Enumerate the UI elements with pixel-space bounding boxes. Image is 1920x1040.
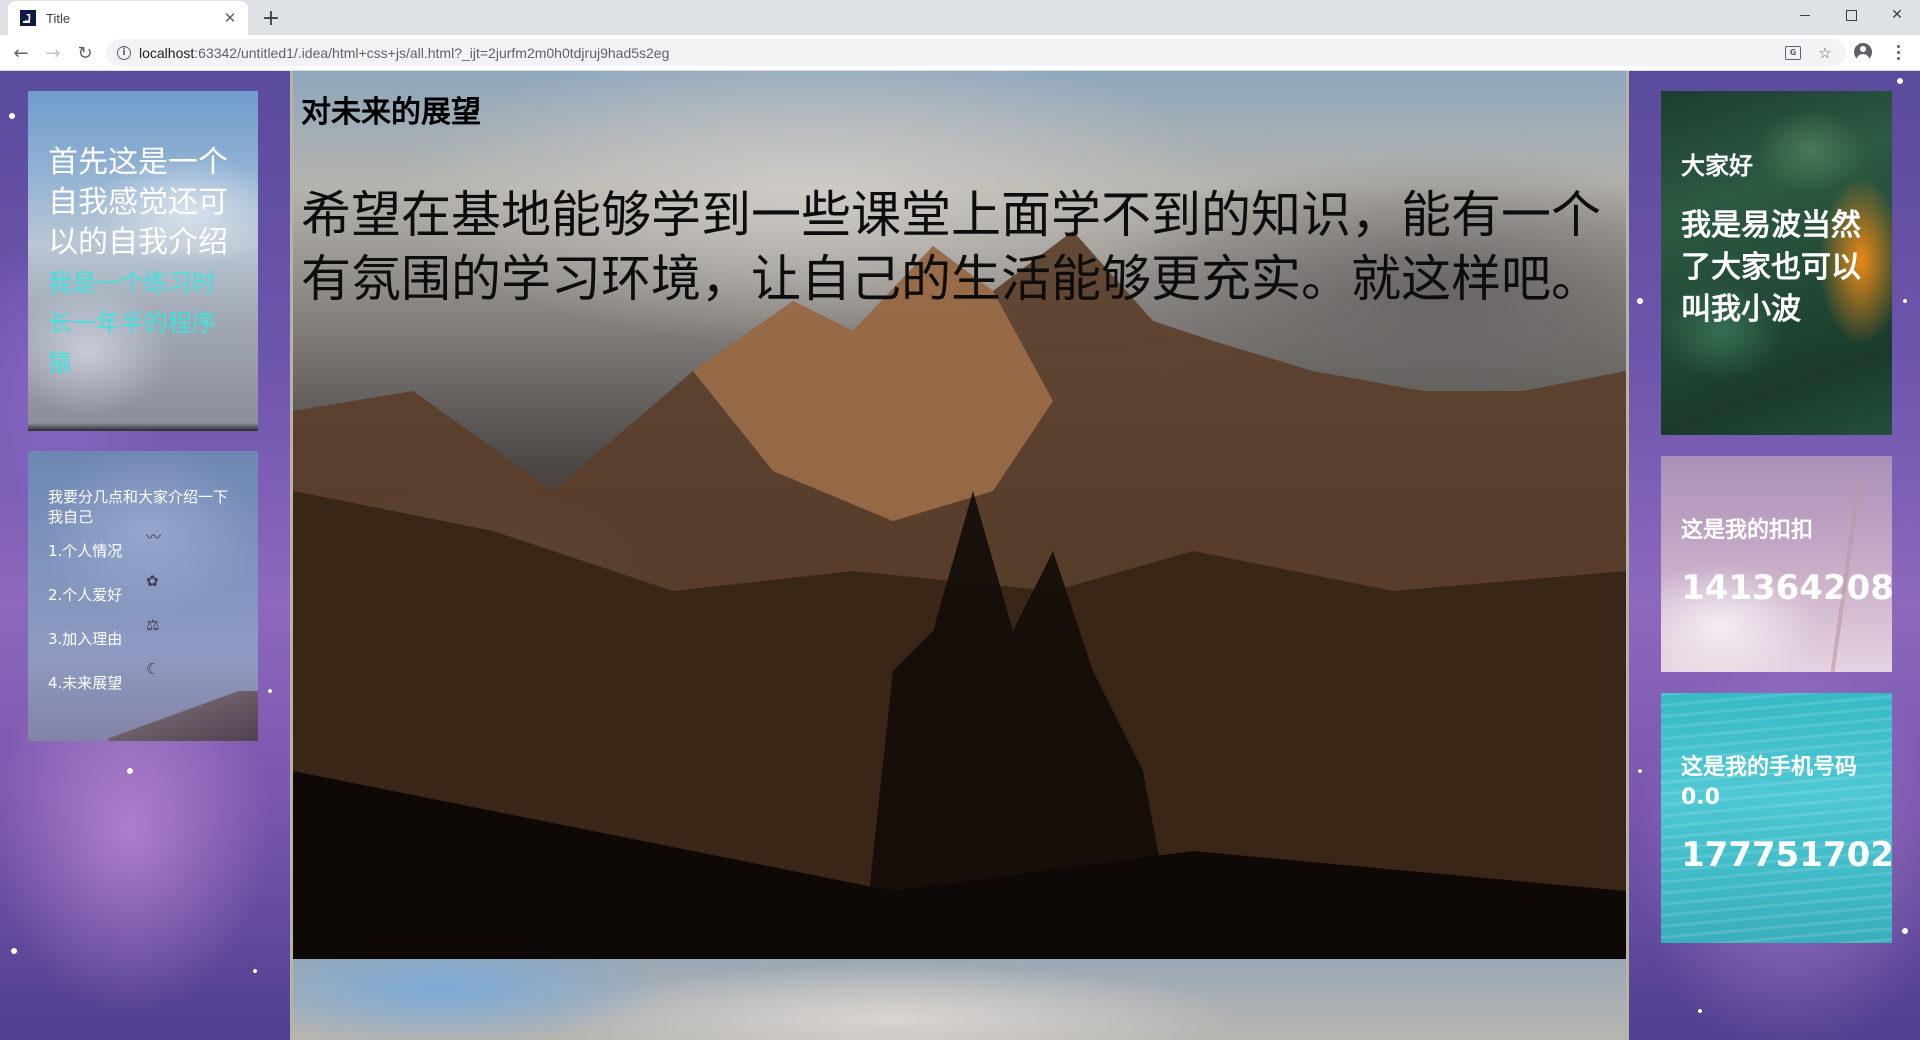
url-path: :63342/untitled1/.idea/html+css+js/all.h… xyxy=(194,44,670,61)
minimize-button[interactable] xyxy=(1782,0,1828,30)
repeat-background-strip xyxy=(293,959,1626,1040)
greeting-small: 大家好 xyxy=(1681,152,1753,180)
greeting-card: 大家好 我是易波当然了大家也可以叫我小波 xyxy=(1661,91,1892,435)
qq-card: 这是我的扣扣 1413642083 xyxy=(1661,456,1892,672)
phone-card: 这是我的手机号码0.0 17775170236 xyxy=(1661,693,1892,943)
topic-item-hobbies[interactable]: 2.个人爱好 ✿ xyxy=(48,572,240,629)
tab-strip: J Title ✕ + ✕ xyxy=(0,0,1920,35)
new-tab-button[interactable]: + xyxy=(258,5,284,31)
intro-card: 首先这是一个自我感觉还可以的自我介绍 我是一个练习时长一年半的程序猿 xyxy=(28,91,258,431)
url-host: localhost xyxy=(139,44,195,61)
close-window-button[interactable]: ✕ xyxy=(1874,0,1920,30)
flower-icon: ✿ xyxy=(146,572,159,590)
url-text[interactable]: localhost:63342/untitled1/.idea/html+css… xyxy=(139,45,669,61)
close-tab-icon[interactable]: ✕ xyxy=(220,8,240,28)
mustache-icon: 〰 xyxy=(146,528,162,546)
browser-toolbar: ← → ↻ i localhost:63342/untitled1/.idea/… xyxy=(0,35,1920,71)
tab-title: Title xyxy=(46,10,71,26)
future-title: 对未来的展望 xyxy=(301,95,481,130)
topic-label: 1.个人情况 xyxy=(48,542,123,560)
browser-tab[interactable]: J Title ✕ xyxy=(8,1,248,35)
profile-icon[interactable] xyxy=(1854,43,1872,61)
translate-icon[interactable]: G xyxy=(1783,43,1803,63)
forward-button[interactable]: → xyxy=(39,39,67,67)
future-text: 希望在基地能够学到一些课堂上面学不到的知识，能有一个有氛围的学习环境，让自己的生… xyxy=(301,186,1601,308)
greeting-big: 我是易波当然了大家也可以叫我小波 xyxy=(1681,208,1861,327)
topic-label: 2.个人爱好 xyxy=(48,586,123,604)
back-button[interactable]: ← xyxy=(7,39,35,67)
restore-button[interactable] xyxy=(1828,0,1874,30)
page-viewport: 首先这是一个自我感觉还可以的自我介绍 我是一个练习时长一年半的程序猿 我要分几点… xyxy=(0,71,1920,1040)
ridge-decoration xyxy=(28,423,258,431)
bookmark-star-icon[interactable]: ☆ xyxy=(1815,43,1835,63)
phone-number: 17775170236 xyxy=(1681,835,1892,875)
intro-subtext: 我是一个练习时长一年半的程序猿 xyxy=(48,269,216,377)
topic-item-personal[interactable]: 1.个人情况 〰 xyxy=(48,528,240,585)
topic-item-reasons[interactable]: 3.加入理由 ⚖ xyxy=(48,616,240,673)
address-bar[interactable]: i localhost:63342/untitled1/.idea/html+c… xyxy=(106,39,1846,66)
intellij-icon: J xyxy=(20,10,36,26)
restore-icon xyxy=(1845,9,1857,21)
topics-heading: 我要分几点和大家介绍一下我自己 xyxy=(48,488,229,526)
intro-text: 首先这是一个自我感觉还可以的自我介绍 xyxy=(48,145,228,260)
topic-label: 3.加入理由 xyxy=(48,630,123,648)
phone-label: 这是我的手机号码0.0 xyxy=(1681,755,1858,810)
future-panel: 对未来的展望 希望在基地能够学到一些课堂上面学不到的知识，能有一个有氛围的学习环… xyxy=(290,71,1629,1040)
qq-number: 1413642083 xyxy=(1681,568,1892,608)
info-icon[interactable]: i xyxy=(117,45,131,60)
topic-label: 4.未来展望 xyxy=(48,674,123,692)
hill-decoration xyxy=(108,691,258,741)
menu-icon[interactable] xyxy=(1888,41,1908,63)
balance-scale-icon: ⚖ xyxy=(146,616,160,634)
reload-button[interactable]: ↻ xyxy=(71,39,99,67)
minimize-icon xyxy=(1800,14,1810,16)
topics-card: 我要分几点和大家介绍一下我自己 1.个人情况 〰 2.个人爱好 ✿ 3.加入理由… xyxy=(28,451,258,741)
moon-icon: ☾ xyxy=(146,660,160,678)
